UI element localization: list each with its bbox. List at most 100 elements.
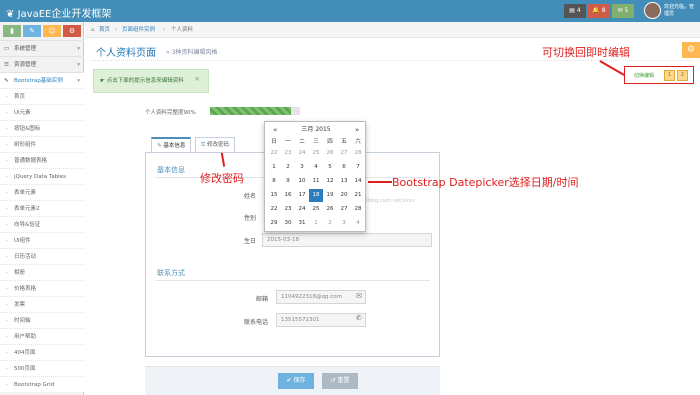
sidebar-subitem-label: UI元素 [14, 110, 31, 116]
datepicker-day[interactable]: 3 [337, 217, 351, 230]
datepicker-day[interactable]: 13 [337, 175, 351, 188]
datepicker-day[interactable]: 27 [337, 147, 351, 160]
sidebar-subitem[interactable]: - 表单元素2 [0, 200, 84, 216]
sidebar-subitem[interactable]: - 发票 [0, 296, 84, 312]
sidebar-subitem[interactable]: -500页面 [0, 360, 84, 376]
sidebar-subitem[interactable]: - 首页 [0, 88, 84, 104]
notifications-badge[interactable]: 🔔 8 [588, 4, 610, 18]
sidebar-subitem[interactable]: - UI元素 [0, 104, 84, 120]
dash-icon: - [6, 238, 8, 244]
sidebar-subitem[interactable]: - 表单元素 [0, 184, 84, 200]
datepicker-day[interactable]: 2 [323, 217, 337, 230]
sidebar-subitem[interactable]: - 按钮&图标 [0, 120, 84, 136]
datepicker-day[interactable]: 19 [323, 189, 337, 202]
user-name[interactable]: 欢迎光临，管理员 [664, 4, 696, 18]
datepicker-day[interactable]: 15 [267, 189, 281, 202]
datepicker-day[interactable]: 28 [351, 147, 365, 160]
dash-icon: - [6, 382, 8, 388]
sidebar-subitem[interactable]: - 相册 [0, 264, 84, 280]
datepicker-day[interactable]: 22 [267, 147, 281, 160]
messages-badge[interactable]: ✉ 5 [612, 4, 634, 18]
datepicker-day[interactable]: 7 [351, 161, 365, 174]
datepicker-day[interactable]: 10 [295, 175, 309, 188]
datepicker-day[interactable]: 11 [309, 175, 323, 188]
chevron-down-icon: ▾ [77, 46, 80, 52]
sidebar-subitem-label: 价格表格 [14, 286, 37, 292]
list-icon: ☰ [4, 62, 9, 68]
reset-button[interactable]: ↺ 重置 [322, 373, 358, 389]
phone-icon: ✆ [356, 314, 362, 322]
breadcrumb-parent[interactable]: 页面组件实例 [122, 22, 155, 38]
datepicker-day[interactable]: 1 [309, 217, 323, 230]
sidebar-subitem[interactable]: - jQuery Data Tables [0, 168, 84, 184]
datepicker-day[interactable]: 6 [337, 161, 351, 174]
settings-gear-icon[interactable]: ⚙ [682, 42, 700, 58]
datepicker-day[interactable]: 25 [309, 203, 323, 216]
datepicker-day[interactable]: 22 [267, 203, 281, 216]
datepicker-day[interactable]: 27 [337, 203, 351, 216]
pencil-icon: ✎ [29, 27, 35, 35]
datepicker-day[interactable]: 23 [281, 147, 295, 160]
datepicker-day[interactable]: 8 [267, 175, 281, 188]
tab-change-password[interactable]: ⚿ 修改密码 [195, 137, 235, 152]
datepicker-day[interactable]: 17 [295, 189, 309, 202]
datepicker-day[interactable]: 21 [351, 189, 365, 202]
datepicker-day[interactable]: 23 [281, 203, 295, 216]
sidebar-subitem[interactable]: - 树形组件 [0, 136, 84, 152]
phone-input[interactable]: 13515572301 [276, 313, 366, 327]
datepicker-day[interactable]: 14 [351, 175, 365, 188]
sidebar-subitem[interactable]: -404页面 [0, 344, 84, 360]
birthday-input[interactable]: 2015-03-18 [262, 233, 432, 247]
datepicker-day[interactable]: 16 [281, 189, 295, 202]
datepicker-day[interactable]: 12 [323, 175, 337, 188]
tab-basic-info[interactable]: ✎ 基本信息 [151, 137, 192, 152]
sidebar-item-bootstrap[interactable]: ✎ Bootstrap基础实例 ▾ [0, 72, 84, 88]
sidebar-subitem[interactable]: - Bootstrap Grid [0, 376, 84, 392]
shortcut-pencil-button[interactable]: ✎ [23, 25, 41, 37]
breadcrumb-home[interactable]: 首页 [99, 22, 110, 38]
datepicker-day[interactable]: 20 [337, 189, 351, 202]
datepicker-day[interactable]: 9 [281, 175, 295, 188]
avatar[interactable] [644, 2, 661, 19]
sidebar-subitem[interactable]: - 价格表格 [0, 280, 84, 296]
datepicker-day[interactable]: 31 [295, 217, 309, 230]
datepicker-day[interactable]: 29 [267, 217, 281, 230]
shortcut-cogs-button[interactable]: ⚙ [63, 25, 81, 37]
sidebar-subitem[interactable]: - 时间轴 [0, 312, 84, 328]
datepicker-day[interactable]: 28 [351, 203, 365, 216]
datepicker-day[interactable]: 4 [351, 217, 365, 230]
alert-close-icon[interactable]: × [194, 75, 200, 83]
brand[interactable]: ❦ JavaEE企业开发框架 [6, 5, 111, 20]
toggle-style-2-button[interactable]: 2 [677, 70, 688, 81]
tasks-badge[interactable]: ▤ 4 [564, 4, 586, 18]
sidebar-subitem[interactable]: - 日历活动 [0, 248, 84, 264]
datepicker-day[interactable]: 24 [295, 147, 309, 160]
sidebar-item-resources[interactable]: ☰ 资源管理 ▾ [0, 56, 84, 72]
datepicker-day[interactable]: 4 [309, 161, 323, 174]
datepicker-day[interactable]: 24 [295, 203, 309, 216]
datepicker-day[interactable]: 1 [267, 161, 281, 174]
sidebar-subitem[interactable]: - UI组件 [0, 232, 84, 248]
sidebar-subitem[interactable]: - 向导&验证 [0, 216, 84, 232]
datepicker-next-button[interactable]: » [355, 125, 359, 135]
dash-icon: - [6, 318, 8, 324]
datepicker-day[interactable]: 26 [323, 203, 337, 216]
datepicker-day[interactable]: 30 [281, 217, 295, 230]
datepicker-day[interactable]: 2 [281, 161, 295, 174]
datepicker-day[interactable]: 5 [323, 161, 337, 174]
section-divider [155, 280, 430, 281]
datepicker-day-selected[interactable]: 18 [309, 189, 323, 202]
toggle-style-1-button[interactable]: 1 [664, 70, 675, 81]
sidebar-item-system[interactable]: ▭ 系统管理 ▾ [0, 40, 84, 56]
email-input[interactable]: 1104922318@qq.com [276, 290, 366, 304]
shortcut-chart-button[interactable]: ▮ [3, 25, 21, 37]
datepicker-day[interactable]: 25 [309, 147, 323, 160]
sidebar-subitem[interactable]: - 用户帮助 [0, 328, 84, 344]
sidebar-subitem[interactable]: - 普通数据表格 [0, 152, 84, 168]
datepicker-day[interactable]: 3 [295, 161, 309, 174]
shortcut-group-button[interactable]: ☺ [43, 25, 61, 37]
dash-icon: - [6, 142, 8, 148]
datepicker-month-label[interactable]: 三月 2015 [265, 125, 367, 135]
datepicker-day[interactable]: 26 [323, 147, 337, 160]
save-button[interactable]: ✔ 保存 [278, 373, 314, 389]
